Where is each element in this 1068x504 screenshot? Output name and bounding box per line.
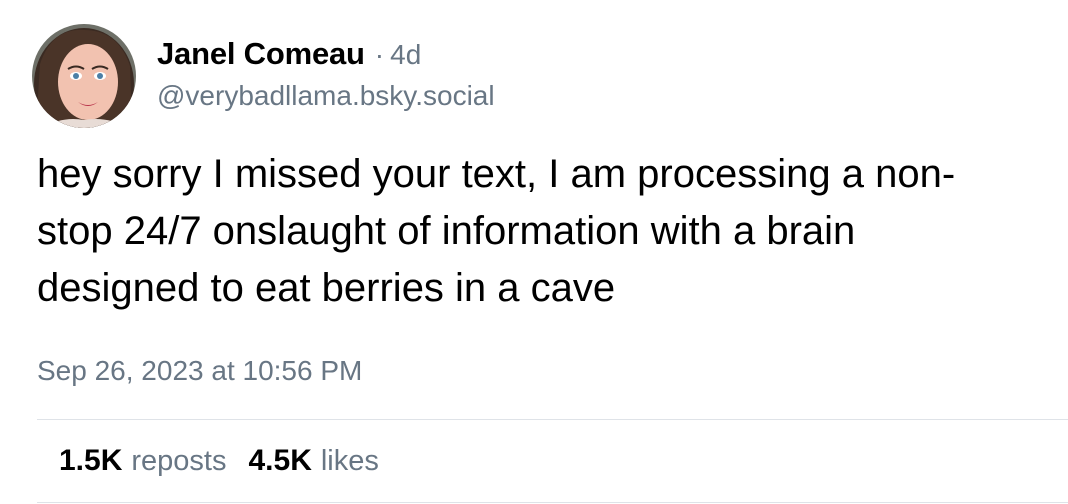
- author-handle[interactable]: @verybadllama.bsky.social: [157, 80, 495, 112]
- reposts-count: 1.5K: [59, 444, 123, 477]
- divider-bottom: [37, 502, 1068, 503]
- author-display-name[interactable]: Janel Comeau: [157, 36, 365, 72]
- avatar-image: [32, 24, 136, 128]
- likes-stat[interactable]: 4.5K likes: [248, 444, 378, 478]
- separator-dot: ·: [374, 39, 385, 70]
- reposts-label: reposts: [131, 445, 227, 477]
- likes-count: 4.5K: [248, 444, 312, 477]
- post-text: hey sorry I missed your text, I am proce…: [37, 152, 956, 310]
- divider-top: [37, 419, 1068, 420]
- likes-label: likes: [320, 445, 379, 477]
- post-age: 4d: [390, 39, 422, 70]
- post-thread-view: Janel Comeau · 4d @verybadllama.bsky.soc…: [0, 0, 1068, 504]
- post-stats: 1.5K reposts 4.5K likes: [59, 444, 401, 478]
- reposts-stat[interactable]: 1.5K reposts: [59, 444, 226, 478]
- post-timestamp: Sep 26, 2023 at 10:56 PM: [37, 355, 363, 386]
- avatar[interactable]: [32, 24, 136, 128]
- author-name-row: Janel Comeau · 4d: [157, 36, 421, 76]
